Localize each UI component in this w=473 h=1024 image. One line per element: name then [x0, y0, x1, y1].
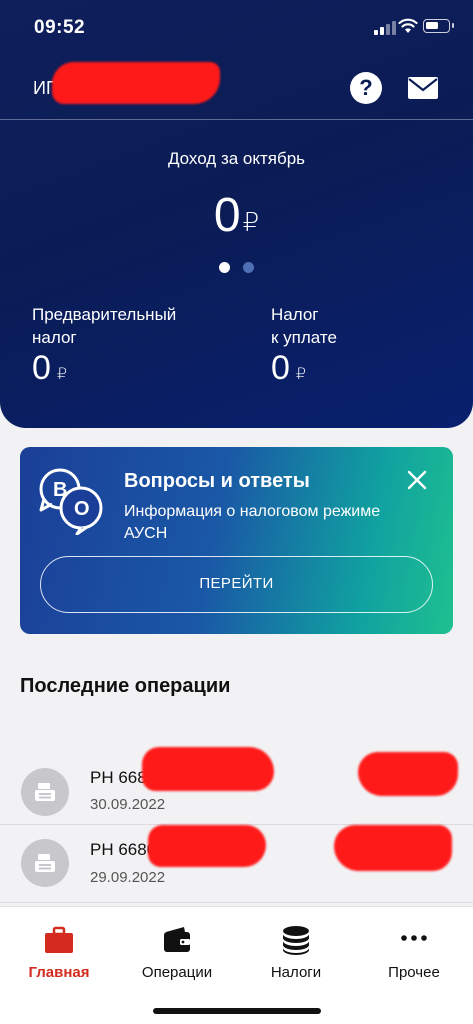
kpi-label: Предварительный	[32, 305, 177, 324]
faq-icon-letter: О	[74, 498, 90, 520]
wallet-icon	[164, 927, 190, 952]
redacted-name	[52, 62, 220, 104]
more-icon	[401, 935, 427, 941]
operations-list: РН 668 30.09.2022 РН 6680 29.09.2022	[0, 745, 473, 903]
faq-description: Информация о налоговом режиме АУСН	[124, 503, 381, 542]
tab-home[interactable]: Главная	[0, 925, 118, 981]
status-bar: 09:52	[0, 0, 473, 56]
kpi-label: к уплате	[271, 328, 337, 347]
income-amount: 0	[213, 189, 241, 242]
redacted-amount	[358, 752, 458, 796]
briefcase-icon	[45, 926, 73, 953]
operation-date: 29.09.2022	[90, 869, 166, 886]
redacted-text	[142, 747, 274, 791]
tab-label: Налоги	[270, 964, 322, 981]
carousel-dot[interactable]	[243, 262, 254, 273]
questions-answers-icon: В О	[39, 468, 103, 535]
tab-more[interactable]: Прочее	[355, 925, 473, 981]
operation-title: РН 6680	[90, 840, 157, 859]
cellular-signal-icon	[374, 21, 396, 35]
income-label: Доход за октябрь	[167, 149, 306, 168]
cash-register-icon	[21, 839, 69, 887]
kpi-label: налог	[32, 328, 77, 347]
go-button[interactable]: ПЕРЕЙТИ	[40, 556, 433, 613]
wifi-icon	[398, 18, 418, 33]
tab-taxes[interactable]: Налоги	[237, 925, 355, 981]
top-bar: ИП ?	[0, 56, 473, 120]
operation-date: 30.09.2022	[90, 796, 166, 813]
preliminary-tax: Предварительный налог 0 ₽	[32, 303, 232, 386]
close-icon[interactable]	[406, 469, 428, 491]
redacted-amount	[334, 825, 452, 871]
income-value: 0₽	[0, 188, 473, 243]
mail-icon[interactable]	[408, 77, 438, 99]
carousel-indicator[interactable]	[219, 262, 259, 274]
app-screen: 09:52 ИП ? Доход за октябрь 0₽ Предварит…	[0, 0, 473, 1024]
coins-icon	[283, 926, 309, 955]
income-header: 09:52 ИП ? Доход за октябрь 0₽ Предварит…	[0, 0, 473, 428]
cash-register-icon	[21, 768, 69, 816]
kpi-label: Налог	[271, 305, 319, 324]
kpi-value: 0 ₽	[271, 349, 307, 387]
operation-title: РН 668	[90, 768, 147, 787]
faq-card[interactable]: В О Вопросы и ответы Информация о налого…	[20, 447, 453, 634]
help-button[interactable]: ?	[350, 72, 382, 104]
list-item[interactable]: РН 6680 29.09.2022	[0, 825, 473, 903]
bottom-tab-bar: Главная Операции Налоги Прочее	[0, 906, 473, 1024]
tab-label: Главная	[28, 964, 90, 981]
faq-title: Вопросы и ответы	[124, 470, 310, 492]
carousel-dot-active[interactable]	[219, 262, 230, 273]
home-indicator[interactable]	[153, 1008, 321, 1014]
tab-operations[interactable]: Операции	[118, 925, 236, 981]
tab-label: Операции	[141, 964, 213, 981]
redacted-text	[148, 825, 266, 867]
tax-to-pay: Налог к уплате 0 ₽	[271, 303, 421, 386]
list-item[interactable]: РН 668 30.09.2022	[0, 745, 473, 825]
tab-label: Прочее	[388, 964, 440, 981]
kpi-value: 0 ₽	[32, 349, 68, 387]
battery-icon	[423, 19, 454, 33]
currency-sign: ₽	[242, 207, 260, 237]
faq-icon-letter: В	[53, 479, 67, 501]
recent-operations-title: Последние операции	[20, 675, 231, 697]
status-time: 09:52	[34, 17, 86, 38]
